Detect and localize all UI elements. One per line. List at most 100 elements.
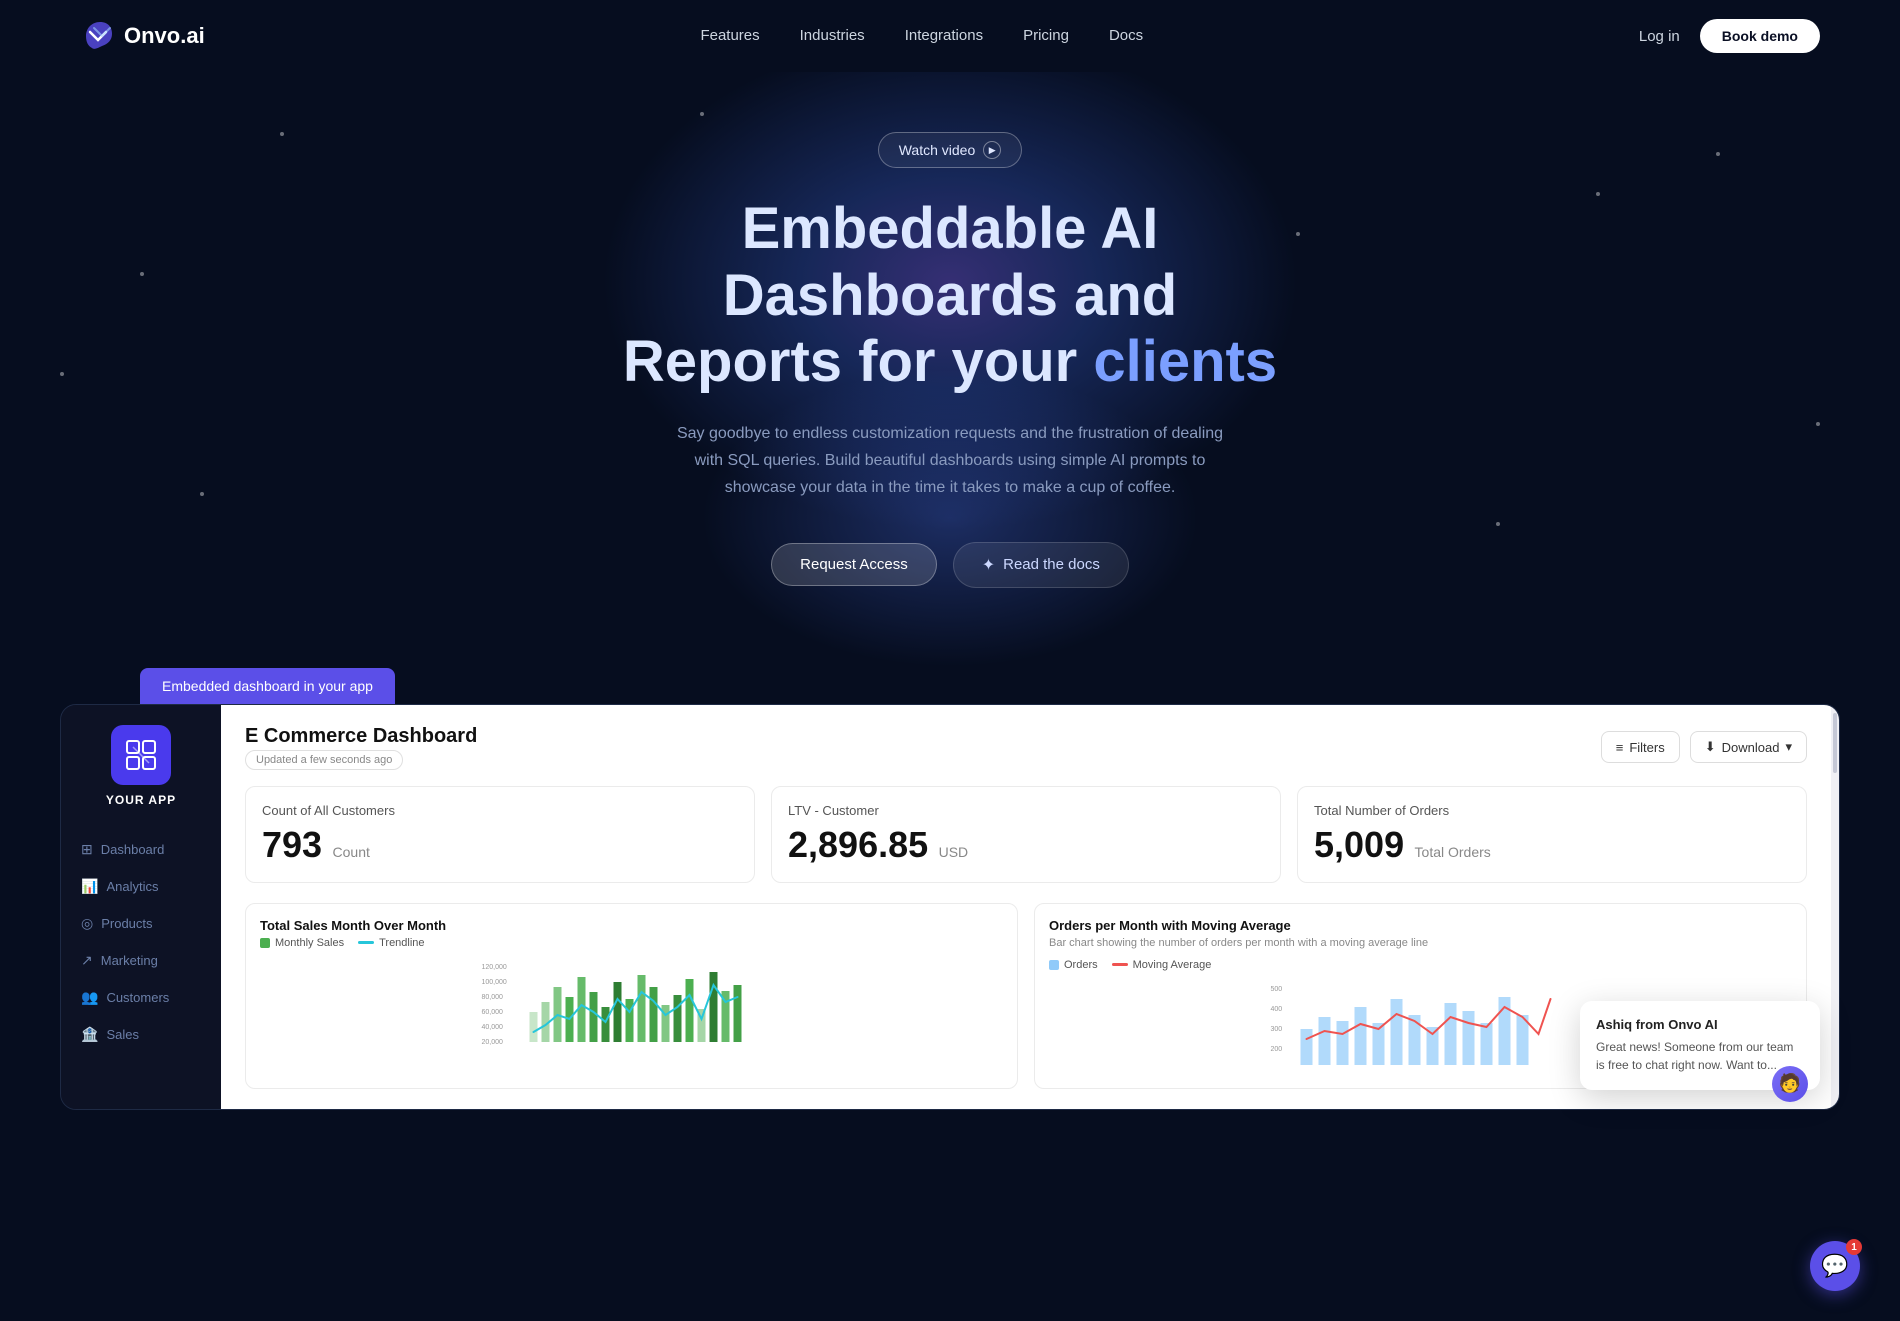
sidebar-item-sales[interactable]: 🏦 Sales xyxy=(61,1016,221,1053)
kpi-row: Count of All Customers 793 Count LTV - C… xyxy=(245,786,1807,883)
sidebar-label-customers: Customers xyxy=(106,990,169,1005)
login-button[interactable]: Log in xyxy=(1639,28,1680,45)
request-access-button[interactable]: Request Access xyxy=(771,543,937,586)
legend-monthly-sales: Monthly Sales xyxy=(260,937,344,949)
sidebar-label-products: Products xyxy=(101,916,152,931)
hero-content: Watch video ▶ Embeddable AI Dashboards a… xyxy=(20,132,1880,588)
sparkle-icon: ✦ xyxy=(982,555,995,575)
chat-bubble-button[interactable]: 💬 1 xyxy=(1810,1241,1860,1291)
app-logo-box xyxy=(111,725,171,785)
hero-subtitle: Say goodbye to endless customization req… xyxy=(670,420,1230,502)
your-app-label: YOUR APP xyxy=(106,793,176,807)
kpi-card-orders: Total Number of Orders 5,009 Total Order… xyxy=(1297,786,1807,883)
svg-text:500: 500 xyxy=(1271,986,1283,993)
hero-title-part1: Embeddable AI Dashboards and xyxy=(723,196,1177,328)
sidebar-item-marketing[interactable]: ↗ Marketing xyxy=(61,942,221,979)
logo[interactable]: Onvo.ai xyxy=(80,18,205,54)
legend-line-avg xyxy=(1112,963,1128,966)
kpi-label-customers: Count of All Customers xyxy=(262,803,738,818)
book-demo-button[interactable]: Book demo xyxy=(1700,19,1820,53)
kpi-label-orders: Total Number of Orders xyxy=(1314,803,1790,818)
svg-text:400: 400 xyxy=(1271,1006,1283,1013)
sales-icon: 🏦 xyxy=(81,1026,98,1043)
dot xyxy=(700,112,704,116)
sidebar-label-analytics: Analytics xyxy=(106,879,158,894)
kpi-unit-orders: Total Orders xyxy=(1415,844,1491,860)
kpi-value-ltv: 2,896.85 USD xyxy=(788,824,1264,866)
svg-text:60,000: 60,000 xyxy=(482,1009,504,1016)
hero-title: Embeddable AI Dashboards and Reports for… xyxy=(570,196,1330,396)
kpi-value-orders: 5,009 Total Orders xyxy=(1314,824,1790,866)
sales-bar-chart: 120,000 100,000 80,000 60,000 40,000 20,… xyxy=(260,957,1003,1047)
charts-row: Total Sales Month Over Month Monthly Sal… xyxy=(245,903,1807,1089)
chart-legend-sales: Monthly Sales Trendline xyxy=(260,937,1003,949)
sidebar-item-analytics[interactable]: 📊 Analytics xyxy=(61,868,221,905)
filter-icon: ≡ xyxy=(1616,740,1624,755)
nav-features[interactable]: Features xyxy=(700,27,759,44)
watch-video-label: Watch video xyxy=(899,142,976,158)
legend-dot-sales xyxy=(260,938,270,948)
marketing-icon: ↗ xyxy=(81,952,93,969)
legend-moving-avg: Moving Average xyxy=(1112,959,1212,971)
nav-links: Features Industries Integrations Pricing… xyxy=(700,27,1143,45)
nav-docs[interactable]: Docs xyxy=(1109,27,1143,44)
scrollbar-thumb xyxy=(1833,713,1837,773)
filters-button[interactable]: ≡ Filters xyxy=(1601,731,1680,763)
sidebar-label-marketing: Marketing xyxy=(101,953,158,968)
dashboard-scrollbar[interactable] xyxy=(1831,705,1839,1109)
sidebar-label-sales: Sales xyxy=(106,1027,139,1042)
svg-text:120,000: 120,000 xyxy=(482,964,507,971)
chat-message: Great news! Someone from our team is fre… xyxy=(1596,1038,1804,1074)
chart-title-sales: Total Sales Month Over Month xyxy=(260,918,1003,933)
hero-section: Watch video ▶ Embeddable AI Dashboards a… xyxy=(0,72,1900,668)
logo-text: Onvo.ai xyxy=(124,23,205,49)
download-label: Download xyxy=(1722,740,1780,755)
kpi-value-customers: 793 Count xyxy=(262,824,738,866)
svg-text:80,000: 80,000 xyxy=(482,994,504,1001)
nav-pricing[interactable]: Pricing xyxy=(1023,27,1069,44)
dashboard-title: E Commerce Dashboard xyxy=(245,725,477,748)
sidebar-label-dashboard: Dashboard xyxy=(101,842,165,857)
filters-label: Filters xyxy=(1629,740,1664,755)
sidebar-item-customers[interactable]: 👥 Customers xyxy=(61,979,221,1016)
navbar: Onvo.ai Features Industries Integrations… xyxy=(0,0,1900,72)
hero-buttons: Request Access ✦ Read the docs xyxy=(20,542,1880,588)
dashboard-outer: YOUR APP ⊞ Dashboard 📊 Analytics ◎ Produ… xyxy=(60,704,1840,1110)
app-sidebar: YOUR APP ⊞ Dashboard 📊 Analytics ◎ Produ… xyxy=(61,705,221,1109)
kpi-label-ltv: LTV - Customer xyxy=(788,803,1264,818)
kpi-card-customers: Count of All Customers 793 Count xyxy=(245,786,755,883)
kpi-unit-customers: Count xyxy=(333,844,370,860)
kpi-number-customers: 793 xyxy=(262,824,322,865)
hero-title-part2: Reports for your xyxy=(623,329,1094,394)
legend-label-sales: Monthly Sales xyxy=(275,937,344,949)
dashboard-section: Embedded dashboard in your app YOUR APP … xyxy=(0,668,1900,1150)
sidebar-nav: ⊞ Dashboard 📊 Analytics ◎ Products ↗ Mar… xyxy=(61,831,221,1053)
dashboard-icon: ⊞ xyxy=(81,841,93,858)
nav-integrations[interactable]: Integrations xyxy=(905,27,983,44)
analytics-icon: 📊 xyxy=(81,878,98,895)
download-button[interactable]: ⬇ Download ▾ xyxy=(1690,731,1807,763)
sidebar-item-products[interactable]: ◎ Products xyxy=(61,905,221,942)
chat-widget: Ashiq from Onvo AI Great news! Someone f… xyxy=(1580,1001,1820,1090)
watch-video-button[interactable]: Watch video ▶ xyxy=(878,132,1023,168)
kpi-number-ltv: 2,896.85 xyxy=(788,824,928,865)
chart-title-orders: Orders per Month with Moving Average xyxy=(1049,918,1792,933)
chart-card-sales: Total Sales Month Over Month Monthly Sal… xyxy=(245,903,1018,1089)
dashboard-actions: ≡ Filters ⬇ Download ▾ xyxy=(1601,731,1807,763)
svg-text:100,000: 100,000 xyxy=(482,979,507,986)
chat-badge: 1 xyxy=(1846,1239,1862,1255)
chat-agent-name: Ashiq from Onvo AI xyxy=(1596,1017,1804,1032)
nav-actions: Log in Book demo xyxy=(1639,19,1820,53)
sidebar-item-dashboard[interactable]: ⊞ Dashboard xyxy=(61,831,221,868)
dashboard-tab-label: Embedded dashboard in your app xyxy=(140,668,395,704)
products-icon: ◎ xyxy=(81,915,93,932)
kpi-unit-ltv: USD xyxy=(939,844,969,860)
svg-text:300: 300 xyxy=(1271,1026,1283,1033)
play-icon: ▶ xyxy=(983,141,1001,159)
nav-industries[interactable]: Industries xyxy=(800,27,865,44)
chevron-down-icon: ▾ xyxy=(1785,739,1792,755)
read-docs-label: Read the docs xyxy=(1003,556,1100,573)
legend-label-trend: Trendline xyxy=(379,937,424,949)
hero-title-highlight: clients xyxy=(1093,329,1277,394)
read-docs-button[interactable]: ✦ Read the docs xyxy=(953,542,1129,588)
